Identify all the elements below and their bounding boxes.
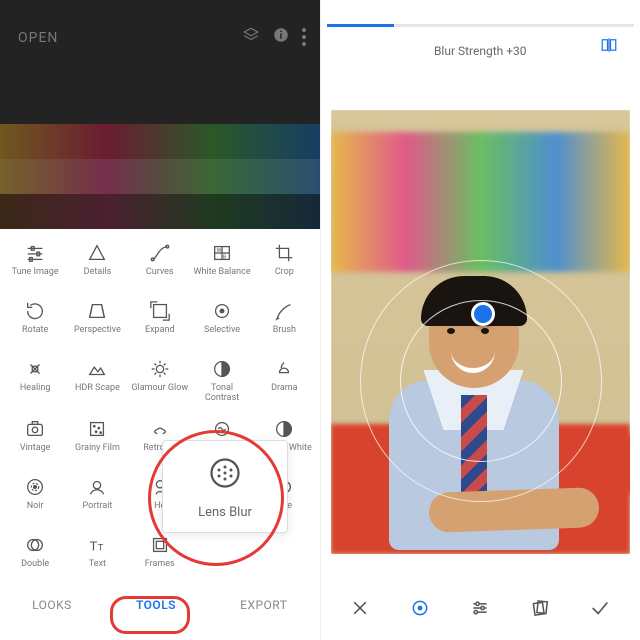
text-icon: TT — [86, 534, 108, 556]
lens-blur-tooltip: Lens Blur — [162, 440, 288, 533]
tool-label: Crop — [255, 268, 313, 286]
lens-blur-editor: Blur Strength +30 — [321, 0, 640, 640]
tool-drama[interactable]: Drama — [253, 351, 315, 411]
crop-icon — [273, 242, 295, 264]
tool-tune-image[interactable]: Tune Image — [4, 235, 66, 293]
nav-export[interactable]: EXPORT — [240, 598, 287, 612]
glamour-glow-icon — [149, 358, 171, 380]
tool-label: Healing — [6, 384, 64, 402]
tune-image-icon — [24, 242, 46, 264]
curves-icon — [149, 242, 171, 264]
noir-icon — [24, 476, 46, 498]
retrolux-icon — [149, 418, 171, 440]
tool-label: Drama — [255, 384, 313, 402]
tool-label: Brush — [255, 326, 313, 344]
tool-perspective[interactable]: Perspective — [66, 293, 128, 351]
tool-noir[interactable]: Noir — [4, 469, 66, 527]
tool-brush[interactable]: Brush — [253, 293, 315, 351]
tool-double-exposure[interactable]: Double — [4, 527, 66, 580]
tool-hdr-scape[interactable]: HDR Scape — [66, 351, 128, 411]
tool-portrait[interactable]: Portrait — [66, 469, 128, 527]
tool-label: Glamour Glow — [131, 384, 189, 402]
tool-label: Perspective — [68, 326, 126, 344]
hdr-scape-icon — [86, 358, 108, 380]
layers-icon[interactable] — [242, 26, 260, 48]
svg-text:T: T — [98, 543, 104, 553]
frames-icon — [149, 534, 171, 556]
tool-vintage[interactable]: Vintage — [4, 411, 66, 469]
vintage-icon — [24, 418, 46, 440]
healing-icon — [24, 358, 46, 380]
tool-curves[interactable]: Curves — [129, 235, 191, 293]
rotate-icon — [24, 300, 46, 322]
menu-icon[interactable] — [302, 28, 306, 46]
drama-icon — [273, 358, 295, 380]
info-icon[interactable] — [272, 26, 290, 48]
tool-label: Tonal Contrast — [193, 384, 251, 404]
tool-healing[interactable]: Healing — [4, 351, 66, 411]
tool-tonal-contrast[interactable]: Tonal Contrast — [191, 351, 253, 411]
blur-shape-button[interactable] — [400, 590, 440, 626]
tools-screen: OPEN Tune ImageDetails Curves WB White Bala… — [0, 0, 321, 640]
tool-grainy-film[interactable]: Grainy Film — [66, 411, 128, 469]
tool-label: Double — [6, 560, 64, 578]
white-balance-icon: WB — [211, 242, 233, 264]
selective-icon — [211, 300, 233, 322]
photo-canvas[interactable] — [331, 110, 631, 554]
tool-label: Details — [68, 268, 126, 286]
lens-blur-icon — [207, 455, 243, 491]
tool-label: Rotate — [6, 326, 64, 344]
details-icon — [86, 242, 108, 264]
tool-label: HDR Scape — [68, 384, 126, 402]
cancel-button[interactable] — [340, 590, 380, 626]
tool-white-balance[interactable]: WB White Balance — [191, 235, 253, 293]
strength-slider[interactable] — [327, 24, 635, 27]
compare-icon[interactable] — [600, 36, 618, 58]
tool-label: Noir — [6, 502, 64, 520]
dimmed-photo-area: OPEN — [0, 0, 320, 229]
status-label: Blur Strength +30 — [434, 44, 527, 58]
tool-label: Frames — [131, 560, 189, 578]
tool-label: White Balance — [193, 268, 251, 286]
perspective-icon — [86, 300, 108, 322]
grainy-film-icon — [86, 418, 108, 440]
open-button[interactable]: OPEN — [18, 30, 58, 46]
portrait-icon — [86, 476, 108, 498]
nav-tools[interactable]: TOOLS — [136, 598, 176, 612]
svg-text:T: T — [90, 539, 98, 554]
tool-label: Portrait — [68, 502, 126, 520]
tonal-contrast-icon — [211, 358, 233, 380]
brush-icon — [273, 300, 295, 322]
bottom-nav: LOOKS TOOLS EXPORT — [0, 580, 320, 630]
svg-text:B: B — [223, 255, 227, 261]
styles-button[interactable] — [520, 590, 560, 626]
tool-label: Curves — [131, 268, 189, 286]
editor-toolbar — [331, 590, 631, 626]
tool-label: Selective — [193, 326, 251, 344]
grunge-icon — [211, 418, 233, 440]
tool-details[interactable]: Details — [66, 235, 128, 293]
tool-glamour-glow[interactable]: Glamour Glow — [129, 351, 191, 411]
tool-label: Grainy Film — [68, 444, 126, 462]
tool-rotate[interactable]: Rotate — [4, 293, 66, 351]
adjust-button[interactable] — [460, 590, 500, 626]
tool-selective[interactable]: Selective — [191, 293, 253, 351]
lens-blur-label: Lens Blur — [169, 505, 281, 520]
tool-label: Vintage — [6, 444, 64, 462]
photo-preview — [0, 124, 320, 229]
tool-expand[interactable]: Expand — [129, 293, 191, 351]
tool-label: Expand — [131, 326, 189, 344]
double-exposure-icon — [24, 534, 46, 556]
svg-text:W: W — [217, 248, 222, 254]
strength-fill — [327, 24, 395, 27]
nav-looks[interactable]: LOOKS — [32, 598, 72, 612]
tool-frames[interactable]: Frames — [129, 527, 191, 580]
tool-label: Tune Image — [6, 268, 64, 286]
expand-icon — [149, 300, 171, 322]
apply-button[interactable] — [580, 590, 620, 626]
tool-label: Text — [68, 560, 126, 578]
black-white-icon — [273, 418, 295, 440]
tool-text[interactable]: TT Text — [66, 527, 128, 580]
tool-crop[interactable]: Crop — [253, 235, 315, 293]
